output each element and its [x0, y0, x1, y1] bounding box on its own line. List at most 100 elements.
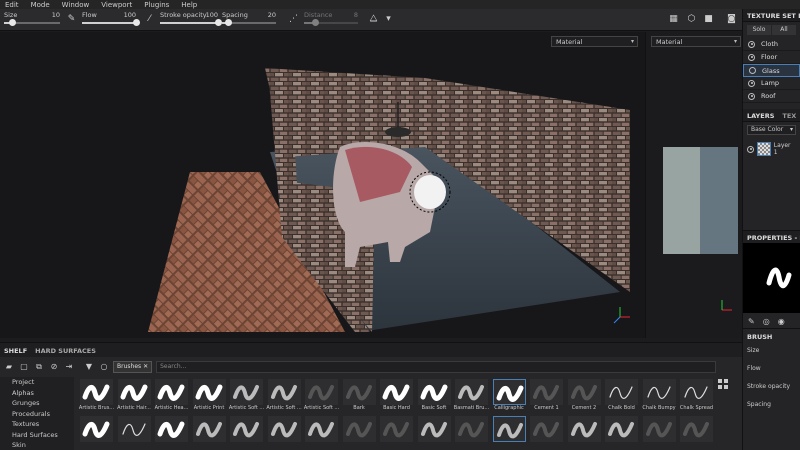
tab-layers[interactable]: LAYERS [743, 109, 778, 121]
brush-thumbnail[interactable] [228, 414, 265, 450]
symmetry-icon[interactable]: ⧋ [368, 14, 379, 25]
brush-thumbnail[interactable] [378, 414, 415, 450]
brush-thumbnail[interactable]: Artistic Hea... [153, 377, 190, 414]
brush-thumbnail[interactable] [453, 414, 490, 450]
eye-icon[interactable] [747, 145, 754, 153]
shelf-category-item[interactable]: Alphas [0, 388, 74, 399]
shelf-category-item[interactable]: Grunges [0, 398, 74, 409]
viewport2-material-select[interactable]: Material ▾ [651, 36, 741, 47]
brush-thumbnail[interactable] [78, 414, 115, 450]
tab-texture-set-settings[interactable]: TEX [778, 109, 800, 121]
prop-stroke-opacity[interactable]: Stroke opacity [743, 381, 800, 399]
lazy-mouse-icon[interactable]: ⋰ [288, 14, 299, 25]
brush-thumbnail[interactable]: Artistic Soft ... [303, 377, 340, 414]
video-camera-icon[interactable]: ■ [703, 14, 714, 25]
pen-pressure-icon[interactable]: ⁄ [144, 14, 155, 25]
import-icon[interactable]: ⧉ [33, 361, 45, 373]
brush-thumbnail[interactable]: Basic Hard [378, 377, 415, 414]
menu-viewport[interactable]: Viewport [101, 1, 132, 9]
brush-thumbnail[interactable]: Artistic Print [191, 377, 228, 414]
alpha-icon[interactable]: ◉ [778, 317, 785, 326]
size-value[interactable]: 10 [52, 11, 60, 19]
menu-edit[interactable]: Edit [5, 1, 19, 9]
brush-thumbnail[interactable]: Basmati Bru... [453, 377, 490, 414]
symmetry-options-icon[interactable]: ▾ [383, 14, 394, 25]
shelf-category-item[interactable]: Textures [0, 419, 74, 430]
brush-thumbnail[interactable] [116, 414, 153, 450]
brush-thumbnail[interactable]: Calligraphic [491, 377, 528, 414]
brush-icon[interactable]: ✎ [748, 317, 755, 326]
export-icon[interactable]: ⇥ [63, 361, 75, 373]
prop-flow[interactable]: Flow [743, 363, 800, 381]
texture-set-item[interactable]: Floor [743, 51, 800, 64]
spacing-slider[interactable] [222, 19, 276, 26]
brush-thumbnail[interactable] [341, 414, 378, 450]
shelf-category-item[interactable]: Project [0, 377, 74, 388]
brush-thumbnail[interactable]: Cement 1 [528, 377, 565, 414]
tab-shelf[interactable]: SHELF [0, 343, 31, 357]
solo-button[interactable]: Solo [747, 25, 771, 35]
eye-icon[interactable] [748, 53, 755, 61]
texture-set-item[interactable]: Glass [743, 64, 800, 77]
flow-slider[interactable] [82, 19, 140, 26]
all-button[interactable]: All [772, 25, 796, 35]
close-icon[interactable]: ✕ [143, 363, 148, 370]
brush-thumbnail[interactable]: Chalk Bold [603, 377, 640, 414]
screenshot-camera-icon[interactable]: ◙ [726, 14, 737, 25]
hide-icon[interactable]: ⊘ [48, 361, 60, 373]
3d-viewport[interactable]: Material ▾ [0, 32, 645, 338]
stroke-opacity-slider[interactable] [160, 19, 222, 26]
menu-plugins[interactable]: Plugins [144, 1, 169, 9]
brush-thumbnail[interactable]: Bark [341, 377, 378, 414]
spacing-value[interactable]: 20 [268, 11, 276, 19]
brush-thumbnail[interactable]: Artistic Brus... [78, 377, 115, 414]
brush-thumbnail[interactable]: Chalk Bumpy [641, 377, 678, 414]
brush-thumbnail[interactable] [678, 414, 715, 450]
flow-value[interactable]: 100 [124, 11, 136, 19]
brush-thumbnail[interactable] [416, 414, 453, 450]
brush-thumbnail[interactable] [603, 414, 640, 450]
brushes-filter-chip[interactable]: Brushes ✕ [113, 361, 153, 373]
eye-icon[interactable] [748, 92, 755, 100]
brush-thumbnail[interactable]: Artistic Hair... [116, 377, 153, 414]
prop-size[interactable]: Size [743, 345, 800, 363]
stroke-opacity-value[interactable]: 100 [206, 11, 218, 19]
brush-thumbnail[interactable] [191, 414, 228, 450]
distance-slider[interactable] [304, 19, 358, 26]
shelf-category-item[interactable]: Hard Surfaces [0, 430, 74, 441]
pen-pressure-icon[interactable]: ✎ [66, 14, 77, 25]
brush-thumbnail[interactable] [153, 414, 190, 450]
brush-thumbnail[interactable] [528, 414, 565, 450]
menu-help[interactable]: Help [181, 1, 197, 9]
shelf-category-item[interactable]: Procedurals [0, 409, 74, 420]
shelf-category-item[interactable]: Skin [0, 440, 74, 450]
folder-icon[interactable]: ▰ [3, 361, 15, 373]
eye-icon[interactable] [749, 67, 756, 74]
brush-thumbnail[interactable] [491, 414, 528, 450]
menu-mode[interactable]: Mode [31, 1, 50, 9]
brush-thumbnail[interactable]: Artistic Soft ... [228, 377, 265, 414]
shelf-search-input[interactable]: Search... [156, 361, 717, 373]
brush-thumbnail[interactable]: Cement 2 [566, 377, 603, 414]
circle-icon[interactable]: ○ [98, 361, 110, 373]
camera-cube-icon[interactable]: ⬡ [686, 14, 697, 25]
new-file-icon[interactable]: ▢ [18, 361, 30, 373]
texture-set-item[interactable]: Cloth [743, 38, 800, 51]
tab-hard-surfaces[interactable]: HARD SURFACES [31, 343, 100, 357]
distance-value[interactable]: 8 [354, 11, 358, 19]
brush-thumbnail[interactable] [303, 414, 340, 450]
2d-viewport[interactable]: Material ▾ [645, 32, 742, 338]
viewport-material-select[interactable]: Material ▾ [551, 36, 638, 47]
display-settings-icon[interactable]: ▦ [668, 14, 679, 25]
brush-thumbnail[interactable]: Artistic Soft ... [266, 377, 303, 414]
eye-icon[interactable] [748, 40, 755, 48]
menu-window[interactable]: Window [62, 1, 90, 9]
brush-thumbnail[interactable] [641, 414, 678, 450]
texture-set-item[interactable]: Roof [743, 90, 800, 103]
size-slider[interactable] [4, 19, 60, 26]
eye-icon[interactable] [748, 79, 755, 87]
brush-thumbnail[interactable] [566, 414, 603, 450]
filter-icon[interactable]: ▼ [83, 361, 95, 373]
material-icon[interactable]: ◎ [763, 317, 770, 326]
layer-row[interactable]: Layer 1 [743, 138, 800, 160]
